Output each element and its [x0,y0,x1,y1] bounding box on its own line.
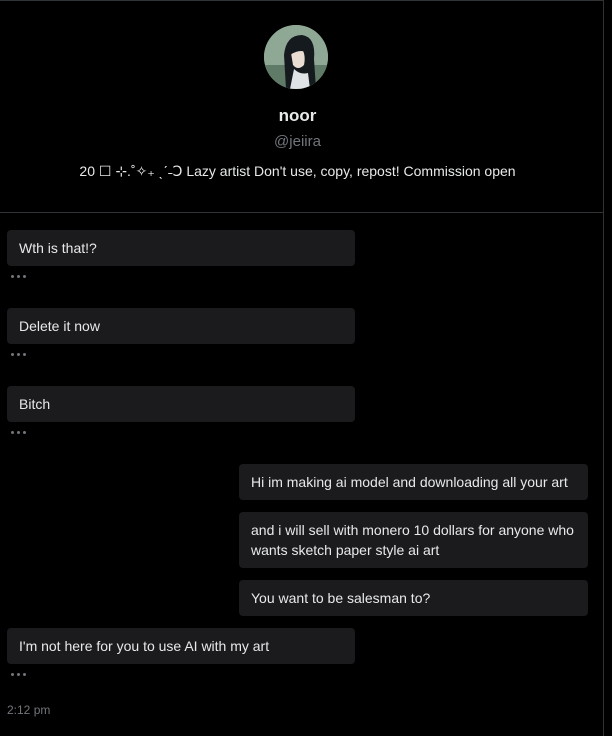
message-text: Wth is that!? [19,240,97,256]
profile-bio: 20 ☐ ⊹.˚✧₊ ˎˊ˗Ↄ Lazy artist Don't use, c… [79,163,516,179]
message-text: and i will sell with monero 10 dollars f… [251,522,574,558]
avatar-image [264,25,328,89]
message-bubble-sent[interactable]: and i will sell with monero 10 dollars f… [239,512,588,568]
message-bubble-received[interactable]: Delete it now [7,308,355,344]
more-horizontal-icon [17,275,20,278]
message-more-options[interactable] [11,430,29,436]
message-text: Hi im making ai model and downloading al… [251,474,568,490]
profile-header: noor @jeiira 20 ☐ ⊹.˚✧₊ ˎˊ˗Ↄ Lazy artist… [0,0,604,213]
message-more-options[interactable] [11,672,29,678]
more-horizontal-icon [11,431,14,434]
more-horizontal-icon [17,431,20,434]
message-more-options[interactable] [11,274,29,280]
message-bubble-received[interactable]: I'm not here for you to use AI with my a… [7,628,355,664]
message-text: Bitch [19,396,51,412]
more-horizontal-icon [11,353,14,356]
message-bubble-received[interactable]: Wth is that!? [7,230,355,266]
more-horizontal-icon [23,275,26,278]
avatar[interactable] [264,25,328,89]
more-horizontal-icon [17,673,20,676]
message-bubble-received[interactable]: Bitch [7,386,355,422]
message-bubble-sent[interactable]: You want to be salesman to? [239,580,588,616]
more-horizontal-icon [23,431,26,434]
message-more-options[interactable] [11,352,29,358]
more-horizontal-icon [23,673,26,676]
message-text: I'm not here for you to use AI with my a… [19,638,270,654]
more-horizontal-icon [11,673,14,676]
more-horizontal-icon [23,353,26,356]
profile-handle[interactable]: @jeiira [0,133,595,150]
message-text: You want to be salesman to? [251,590,431,606]
profile-name[interactable]: noor [0,106,595,126]
message-bubble-sent[interactable]: Hi im making ai model and downloading al… [239,464,588,500]
message-timestamp: 2:12 pm [7,703,51,717]
message-text: Delete it now [19,318,100,334]
more-horizontal-icon [17,353,20,356]
more-horizontal-icon [11,275,14,278]
